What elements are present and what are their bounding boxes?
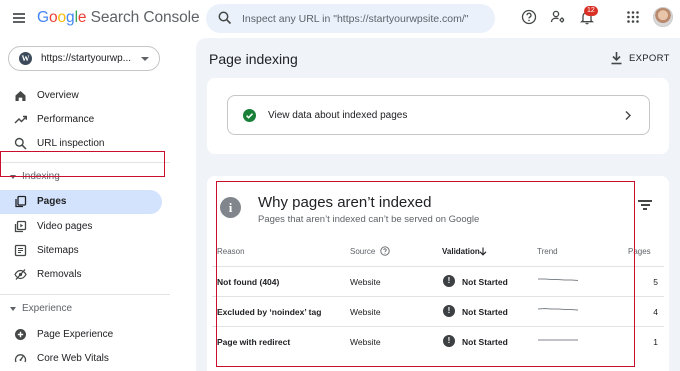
main-menu-icon[interactable] xyxy=(13,13,25,23)
sidebar-item-label: Video pages xyxy=(37,221,93,232)
alert-icon: ! xyxy=(443,275,455,287)
url-inspection-search[interactable] xyxy=(206,4,495,33)
row-reason: Excluded by ‘noindex’ tag xyxy=(217,307,322,317)
sidebar-divider xyxy=(0,294,170,295)
sidebar-item-label: Removals xyxy=(37,269,82,280)
row-source: Website xyxy=(350,307,381,317)
column-header-validation[interactable]: Validation xyxy=(442,247,487,256)
notification-count-badge: 12 xyxy=(584,6,598,16)
search-icon xyxy=(218,11,232,25)
sidebar-item-video-pages[interactable]: Video pages xyxy=(0,215,162,239)
plus-circle-icon xyxy=(15,329,26,340)
trend-sparkline xyxy=(537,307,579,311)
top-bar: Google Search Console 12 xyxy=(0,0,680,38)
view-indexed-pages-link[interactable]: View data about indexed pages xyxy=(227,95,650,135)
row-reason: Page with redirect xyxy=(217,337,291,347)
info-icon: i xyxy=(220,197,241,218)
column-header-reason[interactable]: Reason xyxy=(217,247,245,256)
chevron-down-icon xyxy=(141,57,149,61)
property-url: https://startyourwp... xyxy=(41,53,132,64)
column-header-source[interactable]: Source xyxy=(350,246,390,256)
video-icon xyxy=(14,220,27,233)
check-circle-icon xyxy=(243,109,256,122)
column-header-label: Source xyxy=(350,247,376,256)
logo-letter: G xyxy=(37,9,49,26)
avatar[interactable] xyxy=(653,7,673,27)
sidebar-item-label: Pages xyxy=(37,196,67,207)
section-label: Experience xyxy=(22,303,73,314)
property-selector[interactable]: W https://startyourwp... xyxy=(8,46,160,71)
help-icon[interactable] xyxy=(380,246,390,256)
card-title: Why pages aren’t indexed xyxy=(258,194,432,211)
sidebar: W https://startyourwp... Overview Perfor… xyxy=(0,38,170,371)
alert-icon: ! xyxy=(443,305,455,317)
search-console-logo[interactable]: Google Search Console xyxy=(37,9,200,27)
apps-grid-icon[interactable] xyxy=(625,9,641,25)
main-content: Page indexing EXPORT View data about ind… xyxy=(196,38,680,371)
search-icon xyxy=(14,137,27,150)
sidebar-item-label: Page Experience xyxy=(37,329,114,340)
highlight-outline-pages xyxy=(0,151,165,177)
sidebar-item-label: Performance xyxy=(37,114,95,125)
pages-icon xyxy=(15,195,27,208)
sidebar-item-label: Core Web Vitals xyxy=(37,353,109,364)
chevron-right-icon xyxy=(625,111,631,120)
search-input[interactable] xyxy=(242,9,487,28)
table-row[interactable]: Excluded by ‘noindex’ tag Website ! Not … xyxy=(212,296,664,326)
download-icon xyxy=(611,52,622,65)
row-source: Website xyxy=(350,337,381,347)
sidebar-item-label: URL inspection xyxy=(37,138,105,149)
row-pages: 4 xyxy=(653,307,658,317)
row-source: Website xyxy=(350,277,381,287)
trend-sparkline xyxy=(538,339,578,341)
sidebar-item-sitemaps[interactable]: Sitemaps xyxy=(0,239,162,263)
table-row[interactable]: Page with redirect Website ! Not Started… xyxy=(212,326,664,356)
sidebar-item-label: Sitemaps xyxy=(37,245,79,256)
filter-icon[interactable] xyxy=(638,200,652,212)
export-label: EXPORT xyxy=(629,53,670,64)
trend-line xyxy=(538,278,579,281)
trend-sparkline xyxy=(538,278,579,281)
sidebar-item-overview[interactable]: Overview xyxy=(0,84,162,108)
view-indexed-pages-label: View data about indexed pages xyxy=(268,110,408,121)
sidebar-item-core-web-vitals[interactable]: Core Web Vitals xyxy=(0,347,162,371)
home-icon xyxy=(15,91,26,101)
sitemap-icon xyxy=(14,244,27,257)
indexed-summary-card: View data about indexed pages xyxy=(207,78,669,154)
row-validation: Not Started xyxy=(462,307,508,317)
chevron-down-icon xyxy=(10,307,16,311)
manage-accounts-icon[interactable] xyxy=(550,9,566,25)
card-subtitle: Pages that aren’t indexed can’t be serve… xyxy=(258,214,480,225)
logo-letter: g xyxy=(66,9,75,26)
column-header-trend: Trend xyxy=(537,247,558,256)
row-reason: Not found (404) xyxy=(217,277,280,287)
row-pages: 5 xyxy=(653,277,658,287)
logo-product-name: Search Console xyxy=(86,9,200,26)
help-icon[interactable] xyxy=(521,9,537,25)
sidebar-item-label: Overview xyxy=(37,90,79,101)
trending-up-icon xyxy=(14,115,27,124)
sidebar-item-removals[interactable]: Removals xyxy=(0,263,162,287)
row-validation: Not Started xyxy=(462,337,508,347)
row-pages: 1 xyxy=(653,337,658,347)
column-header-label: Validation xyxy=(442,247,480,256)
page-title: Page indexing xyxy=(209,51,298,67)
section-header-experience[interactable]: Experience xyxy=(0,300,162,320)
gauge-icon xyxy=(14,354,27,363)
table-row[interactable]: Not found (404) Website ! Not Started 5 xyxy=(212,266,664,296)
not-indexed-card: i Why pages aren’t indexed Pages that ar… xyxy=(207,176,669,371)
logo-letter: o xyxy=(57,9,67,26)
wordpress-icon: W xyxy=(19,52,32,65)
sidebar-item-pages[interactable]: Pages xyxy=(0,190,162,214)
column-header-pages[interactable]: Pages xyxy=(628,247,651,256)
row-validation: Not Started xyxy=(462,277,508,287)
arrow-down-icon xyxy=(479,247,487,256)
sidebar-item-page-experience[interactable]: Page Experience xyxy=(0,323,162,347)
trend-line xyxy=(537,307,579,311)
removals-icon xyxy=(14,269,27,280)
alert-icon: ! xyxy=(443,335,455,347)
logo-letter: o xyxy=(48,9,58,26)
sidebar-item-performance[interactable]: Performance xyxy=(0,108,162,132)
